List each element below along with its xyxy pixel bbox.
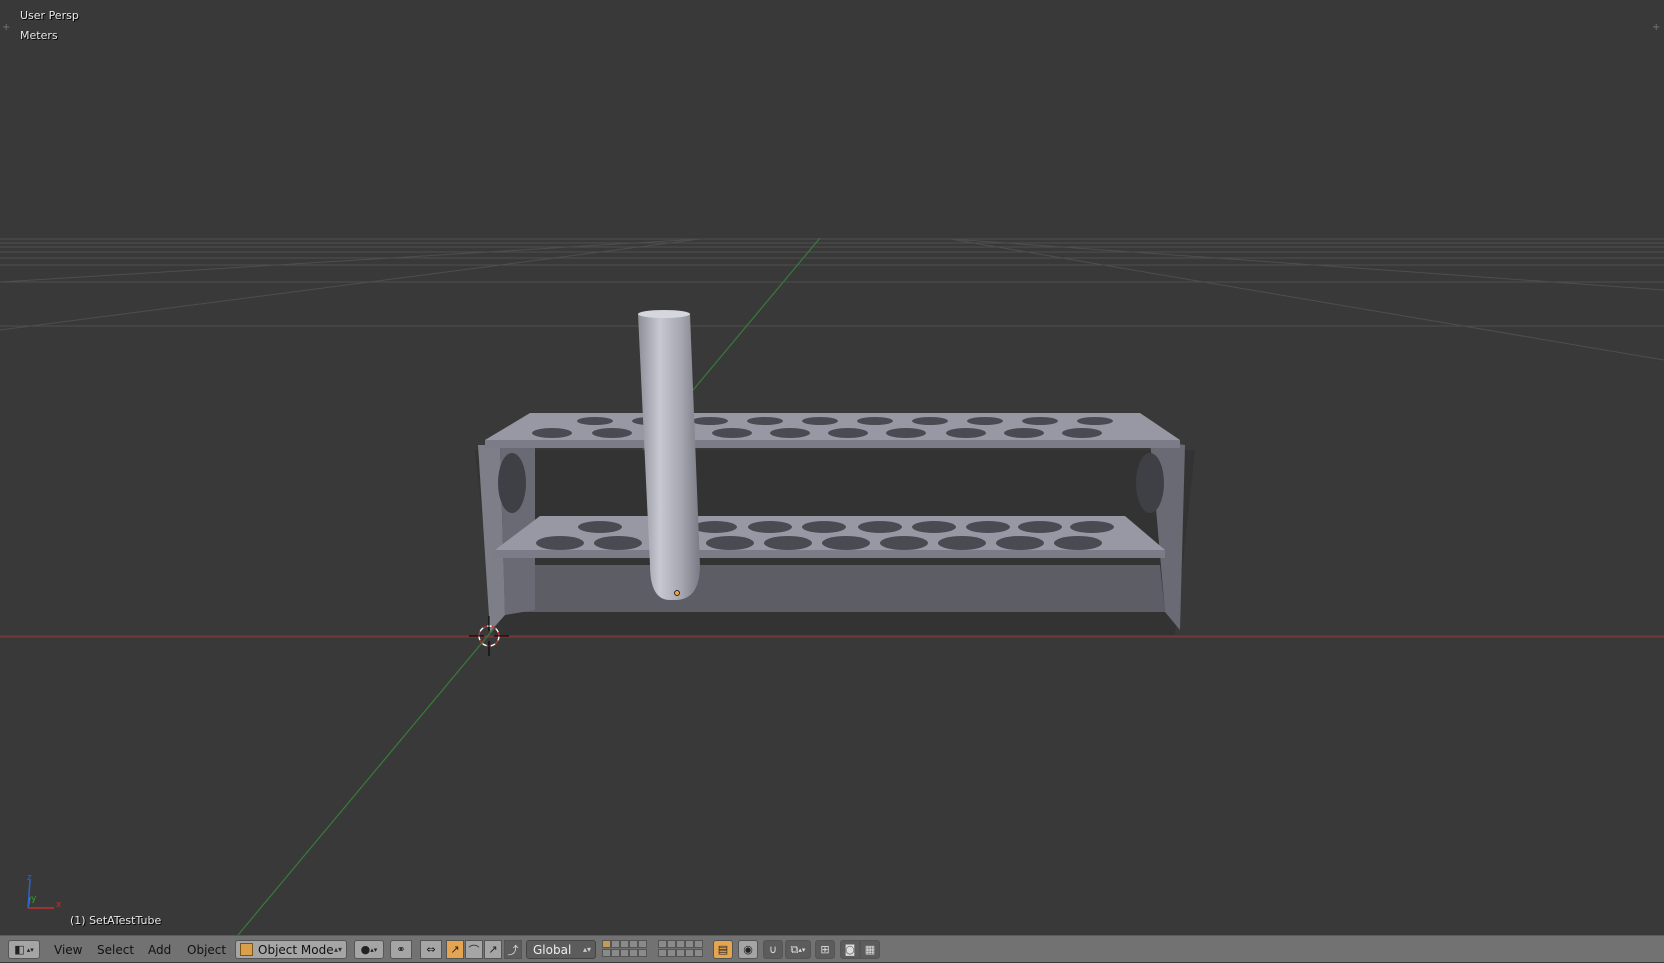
layer-button[interactable] [676, 940, 685, 948]
menu-object[interactable]: Object [181, 936, 232, 963]
snap-increment-icon: ⧉ [790, 942, 799, 956]
snap-element-selector[interactable]: ⧉ ▴▾ [785, 940, 811, 959]
editor-type-button[interactable]: ◧ ▴▾ [8, 940, 40, 959]
rotate-icon: ⌒ [468, 943, 480, 957]
snap-target-button[interactable]: ⊞ [815, 940, 835, 959]
layer-grid-left[interactable] [602, 940, 647, 959]
object-mode-icon [240, 943, 253, 956]
viewport-shading-button[interactable]: ● ▴▾ [354, 940, 384, 959]
proportional-editing-button[interactable]: ◉ [738, 940, 758, 959]
layer-button[interactable] [658, 940, 667, 948]
manipulator-toggle-button[interactable]: ⇔ [420, 940, 442, 959]
active-object-label: (1) SetATestTube [70, 914, 162, 927]
layer-button[interactable] [667, 949, 676, 957]
menu-select[interactable]: Select [91, 936, 140, 963]
transform-extra-button[interactable]: ⤴ [504, 940, 522, 959]
translate-arrow-icon: ↗ [450, 943, 460, 956]
layer-button[interactable] [685, 949, 694, 957]
scale-arrow-icon: ↗ [488, 943, 498, 956]
area-split-handle-left[interactable]: + [2, 22, 10, 33]
mode-selector[interactable]: Object Mode ▴▾ [235, 940, 347, 959]
layer-button[interactable] [638, 940, 647, 948]
solid-sphere-icon: ● [360, 943, 371, 956]
layer-button[interactable] [602, 949, 611, 957]
layer-button[interactable] [658, 949, 667, 957]
rotate-manipulator-button[interactable]: ⌒ [465, 940, 483, 959]
layer-button[interactable] [694, 949, 703, 957]
3d-view-icon: ◧ [14, 943, 25, 956]
layer-button[interactable] [629, 949, 638, 957]
curve-icon: ⤴ [507, 943, 519, 957]
camera-icon: ◙ [844, 943, 856, 956]
translate-manipulator-button[interactable]: ↗ [446, 940, 464, 959]
snap-toggle-button[interactable]: ∪ [763, 940, 783, 959]
svg-text:x: x [56, 900, 62, 910]
layer-grid-right[interactable] [658, 940, 703, 959]
viewport-scene[interactable]: x y z + + [0, 0, 1664, 935]
clapperboard-icon: ▦ [864, 943, 876, 956]
dropdown-arrows-icon: ▴▾ [582, 945, 591, 954]
manipulator-icon: ⇔ [426, 943, 436, 956]
svg-text:z: z [27, 873, 32, 883]
magnet-icon: ∪ [768, 943, 778, 956]
pivot-point-icon: ⚭ [396, 943, 406, 956]
layer-button[interactable] [620, 949, 629, 957]
transform-orientation-selector[interactable]: Global ▴▾ [526, 940, 596, 959]
lock-icon: ▤ [717, 943, 729, 956]
layer-button[interactable] [611, 940, 620, 948]
proportional-editing-icon: ◉ [743, 943, 753, 956]
svg-text:y: y [31, 894, 37, 904]
transform-orientation-label: Global [533, 942, 572, 957]
units-label: Meters [20, 29, 58, 42]
mode-selector-label: Object Mode [258, 942, 334, 957]
area-split-handle-right[interactable]: + [1652, 22, 1660, 33]
layer-button[interactable] [667, 940, 676, 948]
scale-manipulator-button[interactable]: ↗ [484, 940, 502, 959]
dropdown-arrows-icon: ▴▾ [333, 945, 342, 954]
layer-button[interactable] [620, 940, 629, 948]
render-opengl-animation-button[interactable]: ▦ [860, 940, 880, 959]
layer-button[interactable] [638, 949, 647, 957]
test-tube-rack[interactable] [475, 413, 1195, 635]
menu-view[interactable]: View [48, 936, 88, 963]
layer-button[interactable] [676, 949, 685, 957]
layer-button[interactable] [611, 949, 620, 957]
layer-button[interactable] [629, 940, 638, 948]
axis-gizmo-icon: x y z [27, 873, 62, 910]
lock-camera-layers-button[interactable]: ▤ [713, 940, 733, 959]
layer-button[interactable] [685, 940, 694, 948]
snap-target-icon: ⊞ [820, 943, 830, 956]
render-opengl-still-button[interactable]: ◙ [840, 940, 860, 959]
menu-add[interactable]: Add [142, 936, 177, 963]
layer-button[interactable] [694, 940, 703, 948]
3d-view-header: ◧ ▴▾ View Select Add Object Object Mode ▴… [0, 935, 1664, 962]
view-name-label: User Persp [20, 9, 79, 22]
pivot-point-button[interactable]: ⚭ [390, 940, 412, 959]
layer-button[interactable] [602, 940, 611, 948]
3d-viewport[interactable]: x y z + + User Persp Meters (1) SetATest… [0, 0, 1664, 935]
